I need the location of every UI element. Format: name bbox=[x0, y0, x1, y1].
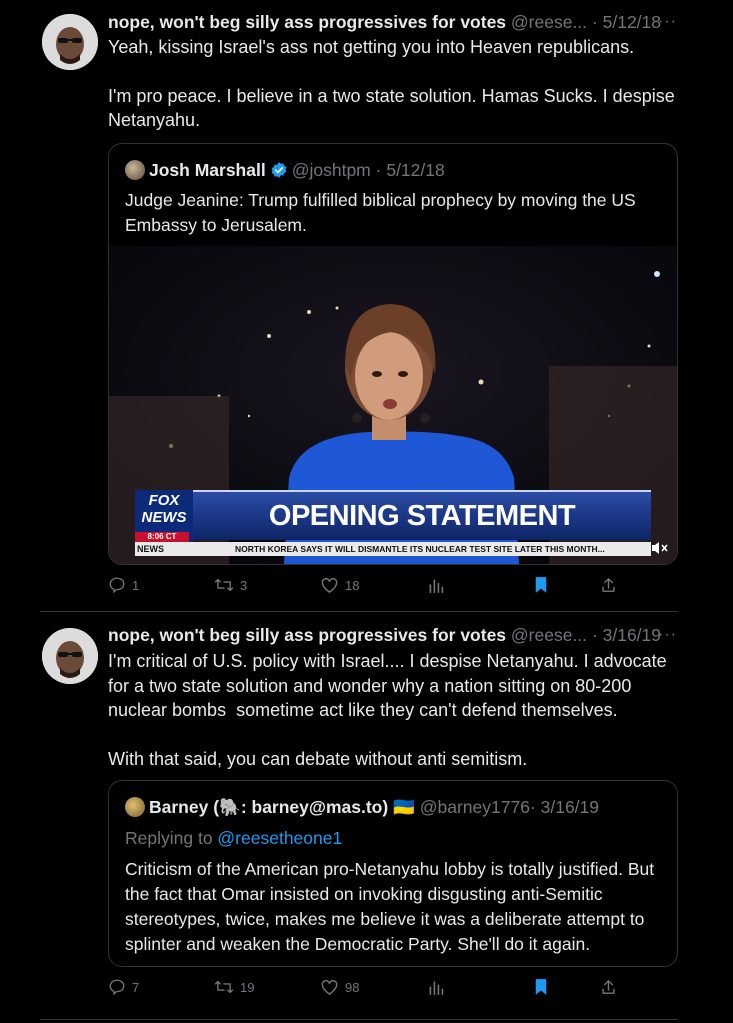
bookmark-icon bbox=[535, 979, 547, 995]
tweet-date[interactable]: · 3/16/19 bbox=[592, 625, 661, 645]
share-button[interactable] bbox=[600, 976, 617, 998]
reply-count: 7 bbox=[132, 979, 140, 995]
tweet-text: I'm critical of U.S. policy with Israel.… bbox=[108, 649, 688, 771]
like-button[interactable]: 18 bbox=[320, 574, 359, 596]
tweet-header: nope, won't beg silly ass progressives f… bbox=[108, 10, 693, 34]
views-button[interactable] bbox=[428, 574, 444, 596]
news-ticker: NORTH KOREA SAYS IT WILL DISMANTLE ITS N… bbox=[235, 544, 605, 554]
share-icon bbox=[602, 980, 615, 994]
quoted-author-name: Barney (🐘: barney@mas.to) 🇺🇦 bbox=[149, 797, 415, 817]
avatar-image bbox=[42, 628, 98, 684]
analytics-icon bbox=[429, 579, 444, 593]
reply-count: 1 bbox=[132, 577, 140, 593]
reply-icon bbox=[109, 979, 125, 996]
ticker-label: NEWS bbox=[137, 544, 164, 554]
like-count: 18 bbox=[345, 577, 360, 593]
tweet-actions: 1 3 18 bbox=[108, 574, 628, 596]
author-name[interactable]: nope, won't beg silly ass progressives f… bbox=[108, 625, 506, 645]
analytics-icon bbox=[429, 981, 444, 995]
tweet-text-paragraph: I'm pro peace. I believe in a two state … bbox=[108, 85, 680, 131]
quoted-tweet-header: Josh Marshall @joshtpm · 5/12/18 bbox=[125, 159, 445, 184]
tweet-date[interactable]: · 5/12/18 bbox=[592, 12, 661, 32]
author-name[interactable]: nope, won't beg silly ass progressives f… bbox=[108, 12, 506, 32]
more-options-button[interactable]: ··· bbox=[658, 623, 677, 647]
quoted-text: Criticism of the American pro-Netanyahu … bbox=[125, 859, 655, 954]
mute-icon[interactable] bbox=[649, 538, 669, 558]
bookmark-button[interactable] bbox=[534, 976, 548, 998]
share-icon bbox=[602, 578, 615, 592]
views-button[interactable] bbox=[428, 976, 444, 998]
tweet-header: nope, won't beg silly ass progressives f… bbox=[108, 623, 693, 647]
heart-icon bbox=[321, 577, 338, 593]
quoted-author-name: Josh Marshall bbox=[149, 160, 266, 180]
reply-button[interactable]: 7 bbox=[108, 976, 139, 998]
retweet-button[interactable]: 19 bbox=[214, 976, 254, 998]
retweet-count: 3 bbox=[240, 577, 248, 593]
quoted-avatar bbox=[125, 160, 145, 180]
tweet-text-paragraph: With that said, you can debate without a… bbox=[108, 748, 528, 769]
avatar-image bbox=[42, 14, 98, 70]
quoted-tweet-header: Barney (🐘: barney@mas.to) 🇺🇦 @barney1776… bbox=[125, 796, 599, 818]
banner-title: OPENING STATEMENT bbox=[268, 500, 576, 532]
replying-to-link[interactable]: @reesetheone1 bbox=[217, 828, 342, 848]
tweet-text: Yeah, kissing Israel's ass not getting y… bbox=[108, 35, 688, 133]
quoted-tweet[interactable]: Josh Marshall @joshtpm · 5/12/18 Judge J… bbox=[108, 143, 678, 565]
bookmark-button[interactable] bbox=[534, 574, 548, 596]
verified-badge-icon bbox=[270, 161, 288, 184]
quoted-tweet[interactable]: Barney (🐘: barney@mas.to) 🇺🇦 @barney1776… bbox=[108, 780, 678, 967]
quoted-author-handle: @barney1776 bbox=[419, 797, 530, 817]
more-options-button[interactable]: ··· bbox=[658, 10, 677, 34]
retweet-icon bbox=[214, 578, 234, 592]
logo-line-2: NEWS bbox=[141, 509, 187, 526]
share-button[interactable] bbox=[600, 574, 617, 596]
like-button[interactable]: 98 bbox=[320, 976, 359, 998]
replying-to-label: Replying to bbox=[125, 828, 218, 848]
quoted-media-image[interactable]: FOX NEWS 8:06 CT OPENING STATEMENT NEWS … bbox=[109, 246, 677, 564]
avatar[interactable] bbox=[42, 628, 98, 684]
avatar[interactable] bbox=[42, 14, 98, 70]
like-count: 98 bbox=[345, 979, 360, 995]
tweet-text-paragraph: I'm critical of U.S. policy with Israel.… bbox=[108, 651, 672, 720]
tweet-text-paragraph: Yeah, kissing Israel's ass not getting y… bbox=[108, 37, 635, 57]
tweet-divider bbox=[40, 1019, 678, 1020]
retweet-icon bbox=[214, 980, 234, 994]
quoted-avatar bbox=[125, 797, 145, 817]
reply-button[interactable]: 1 bbox=[108, 574, 139, 596]
author-handle[interactable]: @reese... bbox=[511, 12, 587, 32]
replying-to: Replying to @reesetheone1 bbox=[125, 826, 665, 851]
reply-icon bbox=[109, 577, 125, 594]
quoted-date: · 5/12/18 bbox=[375, 160, 445, 180]
author-handle[interactable]: @reese... bbox=[511, 625, 587, 645]
tweet-actions: 7 19 98 bbox=[108, 976, 628, 998]
heart-icon bbox=[321, 979, 338, 995]
quoted-date: · 3/16/19 bbox=[529, 797, 600, 817]
quoted-author-handle: @joshtpm bbox=[291, 160, 371, 180]
bookmark-icon bbox=[535, 577, 547, 593]
logo-line-1: FOX bbox=[148, 492, 180, 509]
quoted-text: Judge Jeanine: Trump fulfilled biblical … bbox=[125, 190, 636, 235]
time-label: 8:06 CT bbox=[147, 532, 177, 541]
tweet-divider bbox=[40, 611, 678, 612]
retweet-button[interactable]: 3 bbox=[214, 574, 247, 596]
fox-news-logo: FOX NEWS bbox=[137, 492, 191, 532]
retweet-count: 19 bbox=[240, 979, 255, 995]
